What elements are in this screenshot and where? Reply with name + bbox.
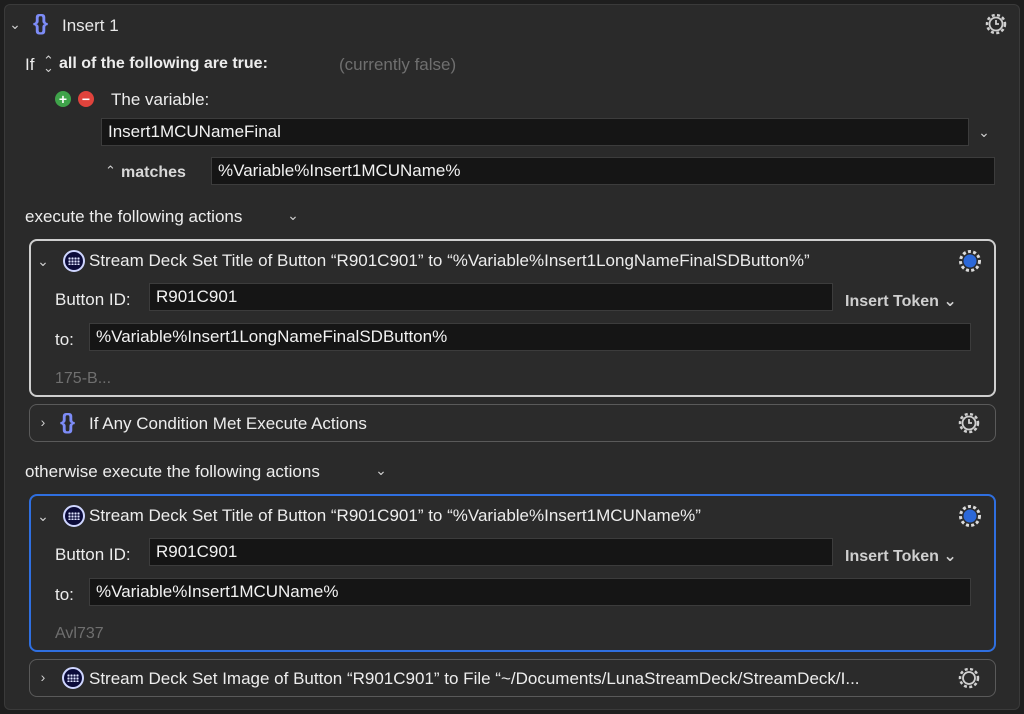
match-value-field[interactable]: %Variable%Insert1MCUName% xyxy=(211,157,995,185)
gear-icon[interactable] xyxy=(957,503,983,529)
remove-condition-icon[interactable]: − xyxy=(78,91,94,107)
action-if-any-condition[interactable]: › {} If Any Condition Met Execute Action… xyxy=(29,404,996,442)
action-note: 175-B... xyxy=(55,370,112,387)
macro-action-group: ⌄ {} Insert 1 If ⌃ ⌄ all of the following… xyxy=(4,4,1020,710)
button-id-label: Button ID: xyxy=(55,290,131,309)
if-label: If xyxy=(25,55,35,74)
stream-deck-icon xyxy=(63,250,85,272)
operator-select[interactable]: matches xyxy=(121,164,186,182)
action-title: Stream Deck Set Image of Button “R901C90… xyxy=(89,669,860,688)
action-set-title-2[interactable]: ⌄ Stream Deck Set Title of Button “R901C… xyxy=(29,494,996,652)
insert-token-button[interactable]: Insert Token ⌄ xyxy=(845,291,957,311)
collapse-chevron-icon[interactable]: ⌄ xyxy=(35,508,51,525)
condition-status: (currently false) xyxy=(339,55,457,74)
condition-type-label: The variable: xyxy=(111,90,210,109)
collapse-chevron-icon[interactable]: ⌄ xyxy=(35,253,51,270)
button-id-field[interactable]: R901C901 xyxy=(149,538,833,566)
clock-gear-icon[interactable] xyxy=(983,11,1009,37)
to-value-field[interactable]: %Variable%Insert1MCUName% xyxy=(89,578,971,606)
action-title: Stream Deck Set Title of Button “R901C90… xyxy=(89,506,701,525)
action-set-title-1[interactable]: ⌄ Stream Deck Set Title of Button “R901C… xyxy=(29,239,996,397)
to-value-field[interactable]: %Variable%Insert1LongNameFinalSDButton% xyxy=(89,323,971,351)
mode-stepper-icon[interactable]: ⌃ ⌄ xyxy=(43,53,54,85)
add-condition-icon[interactable]: + xyxy=(55,91,71,107)
if-then-braces-icon: {} xyxy=(60,409,75,434)
collapse-chevron-icon[interactable]: ⌄ xyxy=(7,16,23,33)
insert-token-button[interactable]: Insert Token ⌄ xyxy=(845,546,957,566)
expand-chevron-icon[interactable]: › xyxy=(35,669,51,685)
condition-mode-select[interactable]: all of the following are true: xyxy=(59,55,268,73)
action-title: If Any Condition Met Execute Actions xyxy=(89,414,367,433)
to-label: to: xyxy=(55,585,74,604)
to-label: to: xyxy=(55,330,74,349)
variable-name-field[interactable]: Insert1MCUNameFinal xyxy=(101,118,969,146)
clock-gear-icon[interactable] xyxy=(956,410,982,436)
then-section-chevron-icon[interactable]: ⌄ xyxy=(285,207,301,224)
variable-dropdown-chevron-icon[interactable]: ⌄ xyxy=(976,124,992,141)
expand-chevron-icon[interactable]: › xyxy=(35,414,51,430)
action-note: Avl737 xyxy=(55,625,104,642)
button-id-label: Button ID: xyxy=(55,545,131,564)
action-title: Stream Deck Set Title of Button “R901C90… xyxy=(89,251,810,270)
then-section-label: execute the following actions xyxy=(25,207,243,226)
action-title: Insert 1 xyxy=(62,16,119,35)
action-set-image[interactable]: › Stream Deck Set Image of Button “R901C… xyxy=(29,659,996,697)
otherwise-section-label: otherwise execute the following actions xyxy=(25,462,320,481)
stream-deck-icon xyxy=(62,667,84,689)
operator-stepper-icon[interactable]: ⌃ xyxy=(105,163,116,179)
gear-icon[interactable] xyxy=(956,665,982,691)
otherwise-section-chevron-icon[interactable]: ⌄ xyxy=(373,462,389,479)
gear-icon[interactable] xyxy=(957,248,983,274)
stream-deck-icon xyxy=(63,505,85,527)
button-id-field[interactable]: R901C901 xyxy=(149,283,833,311)
if-then-braces-icon: {} xyxy=(33,10,48,35)
